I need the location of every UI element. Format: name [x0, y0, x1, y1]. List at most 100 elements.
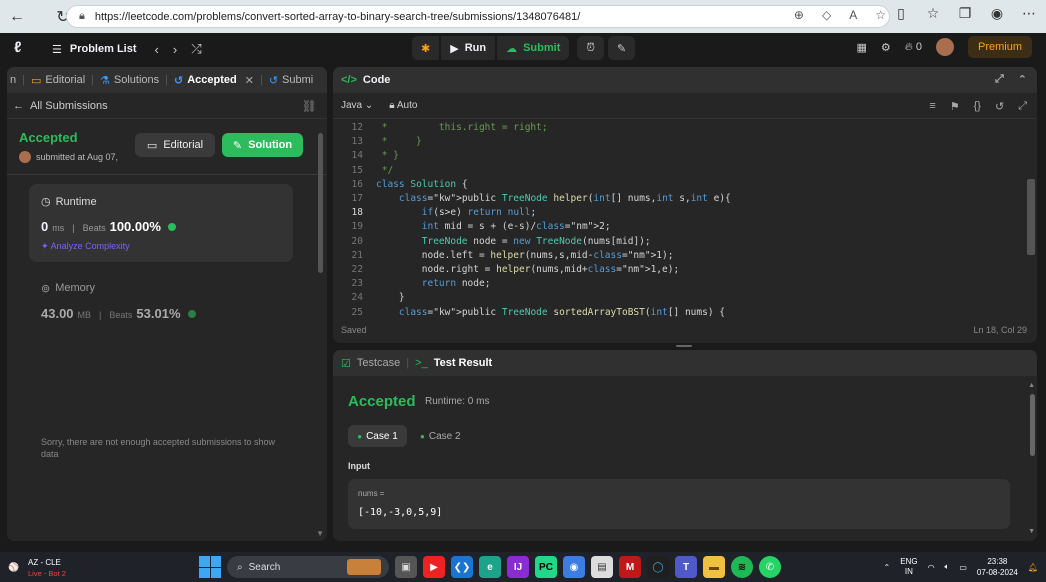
code-editor[interactable]: 12 * this.right = right; 13 * } 14 * } 15 *… [333, 119, 1027, 318]
code-line[interactable]: node.right = helper(nums,mid+class="nm">… [376, 263, 679, 277]
code-line[interactable]: */ [376, 164, 393, 178]
extension-icon[interactable]: ◇ [822, 8, 831, 22]
maximize-icon[interactable]: ⤢ [995, 73, 1004, 86]
solution-button[interactable]: ✎ Solution [222, 133, 303, 157]
runtime-card[interactable]: ◷ Runtime 0 ms | Beats 100.00% ✦ Analyze… [29, 184, 293, 262]
panel-resize-handle[interactable] [676, 345, 692, 347]
case-1-tab[interactable]: ● Case 1 [348, 425, 407, 447]
mcafee-icon[interactable]: M [619, 556, 641, 578]
timer-button[interactable]: ⏰︎ [577, 36, 604, 60]
code-line[interactable]: * } [376, 149, 399, 163]
code-line[interactable]: * } [376, 135, 422, 149]
vscode-icon[interactable]: ❮❯ [451, 556, 473, 578]
run-button[interactable]: ▶ Run [441, 36, 496, 60]
address-bar[interactable]: 🔒︎ https://leetcode.com/problems/convert… [66, 5, 890, 28]
tab-editorial[interactable]: ▭ Editorial [25, 67, 91, 93]
chrome-icon[interactable]: ◉ [563, 556, 585, 578]
notification-bell-icon[interactable]: 🔔︎ [1028, 563, 1038, 572]
next-problem-icon[interactable]: › [173, 42, 177, 57]
collapse-icon[interactable]: ⌃ [1018, 73, 1027, 86]
notes-button[interactable]: ✎ [607, 36, 636, 60]
tab-testcase[interactable]: Testcase [357, 357, 400, 369]
favorite-icon[interactable]: ☆ [875, 8, 886, 22]
braces-icon[interactable]: {} [974, 100, 981, 113]
code-line[interactable]: class="kw">public TreeNode helper(int[] … [376, 192, 731, 206]
tab-solutions[interactable]: ⚗ Solutions [94, 67, 165, 93]
all-submissions-link[interactable]: ← All Submissions ⛓ [7, 93, 327, 119]
test-scrollbar-thumb[interactable] [1030, 394, 1035, 456]
tab-submissions[interactable]: ↺ Submi [263, 67, 319, 93]
profile-icon[interactable]: ◉ [988, 5, 1006, 22]
analyze-complexity-link[interactable]: ✦ Analyze Complexity [41, 241, 130, 252]
share-link-icon[interactable]: ⛓ [302, 99, 317, 113]
zoom-icon[interactable]: ⊕ [794, 8, 804, 22]
weather-widget[interactable]: ⚾ AZ - CLE Live - Bot 2 [8, 557, 66, 579]
layout-icon[interactable]: ▦ [856, 41, 866, 54]
tray-chevron-up-icon[interactable]: ⌃ [884, 563, 891, 572]
volume-icon[interactable]: 🔈︎ [945, 562, 950, 572]
streak-counter[interactable]: 🔥︎ 0 [905, 41, 922, 54]
split-screen-icon[interactable]: ▯ [892, 5, 910, 22]
settings-icon[interactable]: ⚙ [881, 41, 891, 54]
close-icon[interactable]: ✕ [245, 74, 254, 87]
back-icon[interactable]: ← [2, 8, 32, 26]
code-line[interactable]: int mid = s + (e-s)/class="nm">2; [376, 220, 611, 234]
fullscreen-icon[interactable]: ⤢ [1018, 100, 1027, 113]
whatsapp-icon[interactable]: ✆ [759, 556, 781, 578]
pycharm-icon[interactable]: PC [535, 556, 557, 578]
code-line[interactable]: if(s>e) return null; [376, 206, 536, 220]
line-number: 12 [351, 122, 363, 133]
collections-icon[interactable]: ❐ [956, 5, 974, 22]
editor-scrollbar-thumb[interactable] [1027, 179, 1035, 255]
cortana-icon[interactable]: ◯ [647, 556, 669, 578]
debug-button[interactable]: ✱ [412, 36, 440, 60]
code-line[interactable]: node.left = helper(nums,s,mid-class="nm"… [376, 249, 674, 263]
code-line[interactable]: * this.right = right; [376, 121, 548, 135]
reset-icon[interactable]: ↺ [995, 100, 1004, 113]
auto-mode[interactable]: 🔒︎ Auto [389, 100, 417, 111]
tab-test-result[interactable]: Test Result [434, 357, 492, 369]
spotify-icon[interactable]: ≋ [731, 556, 753, 578]
tab-description[interactable]: n [7, 67, 22, 93]
submit-button[interactable]: ☁ Submit [497, 36, 570, 60]
code-line[interactable]: class="kw">public TreeNode sortedArrayTo… [376, 306, 725, 320]
notepad-icon[interactable]: ▤ [591, 556, 613, 578]
code-line[interactable]: } [376, 291, 405, 305]
avatar[interactable] [935, 38, 954, 56]
tab-accepted[interactable]: ↺ Accepted ✕ [168, 67, 260, 93]
scroll-up-arrow-icon[interactable]: ▲ [1028, 382, 1035, 389]
file-explorer-icon[interactable]: ▬ [703, 556, 725, 578]
code-line[interactable]: class Solution { [376, 178, 468, 192]
language-select[interactable]: Java ⌄ [341, 100, 373, 111]
taskbar-search[interactable]: ⌕ Search [227, 556, 389, 578]
more-icon[interactable]: ⋯ [1020, 5, 1038, 22]
leetcode-logo-icon[interactable]: ℓ [14, 39, 32, 57]
problem-list-link[interactable]: Problem List [70, 43, 137, 55]
intellij-icon[interactable]: IJ [507, 556, 529, 578]
input-language[interactable]: ENG IN [900, 557, 917, 577]
clock[interactable]: 23:38 07-08-2024 [977, 556, 1018, 578]
bookmark-icon[interactable]: ⚑ [950, 100, 960, 113]
favorites-icon[interactable]: ☆ [924, 5, 942, 22]
task-view-icon[interactable]: ▣ [395, 556, 417, 578]
youtube-icon[interactable]: ▶ [423, 556, 445, 578]
edge-icon[interactable]: e [479, 556, 501, 578]
wifi-icon[interactable]: ◠ [928, 563, 935, 572]
code-line[interactable]: return node; [376, 277, 491, 291]
premium-button[interactable]: Premium [967, 36, 1032, 58]
prev-problem-icon[interactable]: ‹ [155, 42, 159, 57]
case-2-tab[interactable]: ● Case 2 [420, 425, 461, 447]
windows-start-icon[interactable] [199, 556, 221, 578]
battery-icon[interactable]: ▭ [959, 563, 967, 572]
read-aloud-icon[interactable]: A [849, 8, 857, 22]
scrollbar-thumb[interactable] [318, 133, 323, 273]
editorial-button[interactable]: ▭ Editorial [135, 133, 215, 157]
code-line[interactable]: TreeNode node = new TreeNode(nums[mid]); [376, 235, 651, 249]
chip-icon: ⊚ [41, 283, 51, 295]
scroll-down-arrow-icon[interactable]: ▼ [1028, 528, 1035, 535]
format-icon[interactable]: ≡ [929, 100, 935, 113]
memory-title[interactable]: ⊚ Memory [41, 282, 95, 295]
scroll-down-arrow-icon[interactable]: ▼ [316, 529, 324, 538]
teams-icon[interactable]: T [675, 556, 697, 578]
shuffle-icon[interactable]: ⤮ [191, 41, 201, 57]
